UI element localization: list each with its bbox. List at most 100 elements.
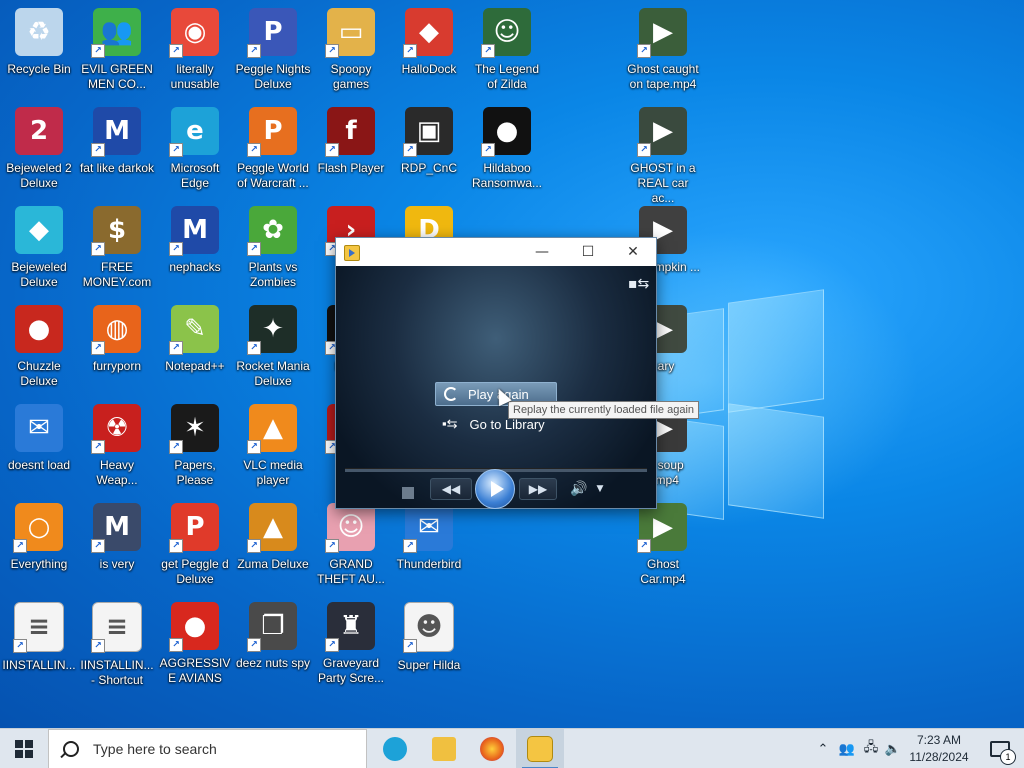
rdp-icon: ▣ ↗: [403, 107, 453, 157]
taskbar-file-explorer-button[interactable]: [420, 729, 468, 768]
play-button[interactable]: [475, 469, 515, 509]
desktop-icon-label: Hildaboo Ransomwa...: [471, 161, 543, 190]
desktop-icon[interactable]: ✎ ↗ Notepad++: [156, 301, 234, 397]
people-icon[interactable]: 👥: [836, 729, 858, 768]
stop-button[interactable]: [402, 487, 414, 499]
desktop-icon-label: Peggle Nights Deluxe: [235, 62, 311, 91]
desktop-icon[interactable]: ❐ ↗ deez nuts spy: [234, 598, 312, 694]
desktop-icon[interactable]: P ↗ Peggle Nights Deluxe: [234, 4, 312, 100]
action-center-button[interactable]: 1: [980, 729, 1020, 768]
desktop-icon[interactable]: ▭ ↗ Spoopy games: [312, 4, 390, 100]
desktop-icon-label: IINSTALLIN...: [2, 658, 76, 672]
desktop-icon[interactable]: M ↗ nephacks: [156, 202, 234, 298]
windows-logo-icon: [15, 740, 33, 758]
desktop-icon[interactable]: ▲ ↗ VLC media player: [234, 400, 312, 496]
recycle-bin-icon: ♻: [15, 8, 63, 56]
desktop-icon[interactable]: ≡ ↗ IINSTALLIN... - Shortcut: [78, 598, 156, 694]
shortcut-arrow-icon: ↗: [637, 539, 651, 553]
desktop-icon-label: EVIL GREEN MEN CO...: [81, 62, 153, 91]
previous-button[interactable]: ◀◀: [430, 478, 472, 500]
shortcut-arrow-icon: ↗: [403, 539, 417, 553]
peggle-icon: P ↗: [169, 503, 219, 553]
desktop-icon[interactable]: ○ ↗ Everything: [0, 499, 78, 595]
desktop-icon[interactable]: 👥 ↗ EVIL GREEN MEN CO...: [78, 4, 156, 100]
desktop-icon[interactable]: P ↗ Peggle World of Warcraft ...: [234, 103, 312, 199]
desktop-icon[interactable]: ♻ Recycle Bin: [0, 4, 78, 100]
desktop-icon[interactable]: ▶ ↗ Ghost caught on tape.mp4: [624, 4, 702, 100]
chevron-down-icon[interactable]: ▼: [595, 482, 605, 496]
desktop-icon[interactable]: ● Chuzzle Deluxe: [0, 301, 78, 397]
desktop-icon[interactable]: $ ↗ FREE MONEY.com: [78, 202, 156, 298]
minimize-button[interactable]: —: [519, 238, 565, 266]
next-button[interactable]: ▶▶: [519, 478, 557, 500]
title-bar[interactable]: — ☐ ✕: [336, 238, 656, 266]
volume-icon[interactable]: 🔊: [570, 480, 588, 498]
shortcut-arrow-icon: ↗: [169, 341, 183, 355]
copy-windows-icon: ❐ ↗: [247, 602, 297, 652]
close-button[interactable]: ✕: [610, 238, 656, 266]
desktop-icon[interactable]: ☻ ↗ Super Hilda: [390, 598, 468, 694]
firefox-icon: ◍ ↗: [91, 305, 141, 355]
desktop-icon-label: literally unusable: [170, 62, 220, 91]
desktop-icon-label: is very: [99, 557, 135, 571]
desktop-icon[interactable]: ● ↗ Hildaboo Ransomwa...: [468, 103, 546, 199]
desktop-icon-label: AGGRESSIVE AVIANS: [159, 656, 231, 685]
rocket-icon: ✦ ↗: [247, 305, 297, 355]
shortcut-arrow-icon: ↗: [13, 539, 27, 553]
desktop-icon[interactable]: ☺ ↗ The Legend of Zilda: [468, 4, 546, 100]
desktop-icon[interactable]: ▲ ↗ Zuma Deluxe: [234, 499, 312, 595]
desktop-icon-label: Thunderbird: [396, 557, 462, 571]
shortcut-arrow-icon: ↗: [91, 639, 105, 653]
desktop-icon[interactable]: f ↗ Flash Player: [312, 103, 390, 199]
desktop-icon-label: deez nuts spy: [235, 656, 311, 670]
desktop-icon[interactable]: ● ↗ AGGRESSIVE AVIANS: [156, 598, 234, 694]
media-player-window[interactable]: — ☐ ✕ ▪⇆ Play again ▪⇆ Go to Library Rep…: [335, 237, 700, 509]
search-box[interactable]: Type here to search: [48, 729, 367, 768]
video-file-icon: ▶↗: [637, 107, 687, 157]
network-icon[interactable]: 🖧: [860, 729, 882, 768]
desktop-icon[interactable]: ✶ ↗ Papers, Please: [156, 400, 234, 496]
shortcut-arrow-icon: ↗: [169, 440, 183, 454]
chuzzle-icon: ●: [15, 305, 63, 353]
player-content: ▪⇆ Play again ▪⇆ Go to Library Replay th…: [336, 266, 700, 509]
desktop-icon[interactable]: M ↗ is very: [78, 499, 156, 595]
desktop-icon-label: FREE MONEY.com: [82, 260, 152, 289]
money-bag-icon: $ ↗: [91, 206, 141, 256]
volume-icon[interactable]: 🔈: [882, 729, 904, 768]
desktop-icon[interactable]: ▣ ↗ RDP_CnC: [390, 103, 468, 199]
zilda-icon: ☺ ↗: [481, 8, 531, 58]
shortcut-arrow-icon: ↗: [325, 638, 339, 652]
shortcut-arrow-icon: ↗: [481, 44, 495, 58]
desktop-icon[interactable]: M ↗ fat like darkok: [78, 103, 156, 199]
desktop-icon[interactable]: ◆ ↗ HalloDock: [390, 4, 468, 100]
desktop-icon[interactable]: ♜ ↗ Graveyard Party Scre...: [312, 598, 390, 694]
taskbar-edge-button[interactable]: [371, 729, 419, 768]
taskbar-media-player-button[interactable]: [516, 729, 564, 768]
desktop-icon[interactable]: ✦ ↗ Rocket Mania Deluxe: [234, 301, 312, 397]
desktop-icon[interactable]: e ↗ Microsoft Edge: [156, 103, 234, 199]
desktop-icon[interactable]: ▶ ↗ GHOST in a REAL car ac...: [624, 103, 702, 205]
desktop-icon-label: Everything: [10, 557, 68, 571]
desktop-icon[interactable]: ≡ ↗ IINSTALLIN...: [0, 598, 78, 694]
clock[interactable]: 7:23 AM 11/28/2024: [902, 729, 976, 768]
desktop-icon-label: Graveyard Party Scre...: [317, 656, 385, 685]
shortcut-arrow-icon: ↗: [91, 143, 105, 157]
desktop-icon[interactable]: ☢ ↗ Heavy Weap...: [78, 400, 156, 496]
taskbar-firefox-button[interactable]: [468, 729, 516, 768]
start-button[interactable]: [0, 729, 48, 768]
desktop-icon[interactable]: P ↗ get Peggle d Deluxe: [156, 499, 234, 595]
desktop-icon[interactable]: 2 Bejeweled 2 Deluxe: [0, 103, 78, 199]
show-hidden-icons-button[interactable]: ⌃: [812, 729, 834, 768]
playback-controls: ◀◀ ▶▶ 🔊 ▼: [336, 469, 656, 534]
desktop-icon-label: Heavy Weap...: [96, 458, 138, 487]
desktop-icon-label: HalloDock: [401, 62, 457, 76]
desktop-icon[interactable]: ◉ ↗ literally unusable: [156, 4, 234, 100]
plants-icon: ✿ ↗: [247, 206, 297, 256]
maximize-button[interactable]: ☐: [565, 238, 611, 266]
desktop-icon[interactable]: ◆ Bejeweled Deluxe: [0, 202, 78, 298]
switch-to-library-icon[interactable]: ▪⇆: [628, 276, 649, 292]
desktop-icon[interactable]: ◍ ↗ furryporn: [78, 301, 156, 397]
desktop-icon[interactable]: ✉ doesnt load: [0, 400, 78, 496]
desktop-icon[interactable]: ✿ ↗ Plants vs Zombies: [234, 202, 312, 298]
desktop-icon-label: fat like darkok: [79, 161, 155, 175]
